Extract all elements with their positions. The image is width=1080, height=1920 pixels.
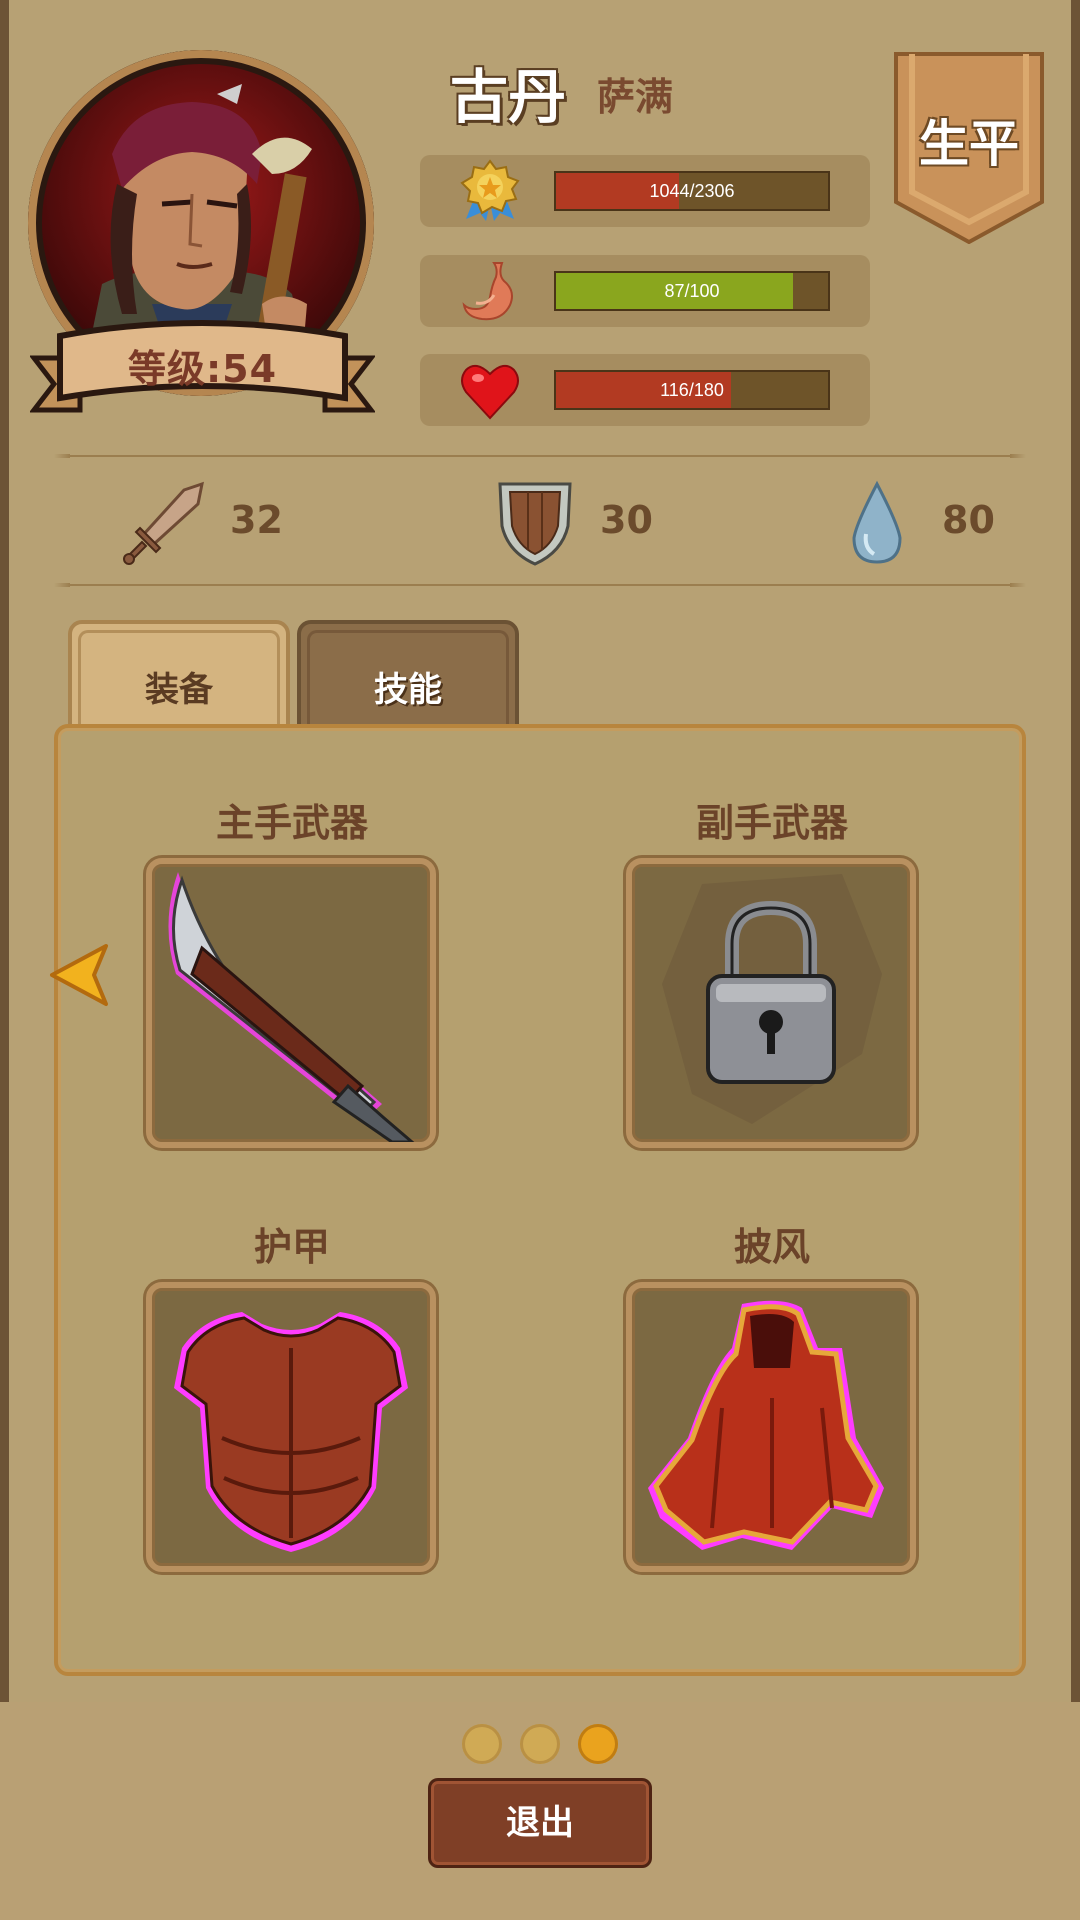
profile-label: 生平	[919, 115, 1019, 173]
armor-slot[interactable]	[146, 1282, 436, 1572]
main-weapon-title: 主手武器	[215, 801, 368, 845]
mana-value: 80	[942, 498, 995, 542]
heart-icon	[458, 358, 522, 422]
exp-bar: 1044/2306	[554, 171, 830, 211]
off-weapon-title: 副手武器	[695, 801, 848, 845]
main-weapon-slot[interactable]	[146, 858, 436, 1148]
frame-right	[1071, 0, 1080, 1702]
exp-row: 1044/2306	[420, 155, 870, 227]
cloak-slot[interactable]	[626, 1282, 916, 1572]
shield-icon	[490, 478, 580, 568]
tab-equipment-label: 装备	[145, 670, 213, 710]
health-bar: 116/180	[554, 370, 830, 410]
hunger-value: 87/100	[664, 281, 720, 301]
profile-button[interactable]: 生平	[892, 52, 1046, 245]
page-dot-1[interactable]	[462, 1724, 502, 1764]
previous-page-arrow-icon[interactable]	[46, 940, 112, 1010]
attack-value: 32	[230, 498, 283, 542]
hero-class: 萨满	[597, 75, 674, 119]
water-drop-icon	[832, 478, 922, 568]
level-label: 等级:54	[127, 347, 278, 391]
tab-skills[interactable]: 技能	[297, 620, 519, 730]
health-row: 116/180	[420, 354, 870, 426]
page-dot-2[interactable]	[520, 1724, 560, 1764]
exp-value: 1044/2306	[649, 181, 735, 201]
chest-armor-icon	[174, 1312, 408, 1552]
stomach-icon	[458, 259, 522, 323]
armor-title: 护甲	[253, 1225, 330, 1269]
hunger-bar: 87/100	[554, 271, 830, 311]
health-value: 116/180	[660, 380, 724, 400]
defense-value: 30	[600, 498, 653, 542]
sword-icon	[120, 478, 210, 568]
divider-top	[54, 454, 1026, 458]
hunger-row: 87/100	[420, 255, 870, 327]
page-dot-3[interactable]	[578, 1724, 618, 1764]
divider-bottom	[54, 583, 1026, 587]
hero-name: 古丹	[450, 63, 567, 131]
off-weapon-slot[interactable]	[626, 858, 916, 1148]
curved-blade-icon	[168, 872, 415, 1142]
cloak-title: 披风	[733, 1225, 810, 1269]
tab-skills-label: 技能	[374, 670, 442, 710]
lock-icon	[662, 874, 882, 1124]
frame-left	[0, 0, 9, 1702]
medal-icon	[458, 159, 522, 223]
exit-button[interactable]: 退出	[428, 1778, 652, 1868]
exit-button-label: 退出	[506, 1803, 574, 1843]
cloak-icon	[648, 1300, 884, 1550]
tab-equipment[interactable]: 装备	[68, 620, 290, 730]
level-banner: 等级:54	[28, 318, 377, 428]
